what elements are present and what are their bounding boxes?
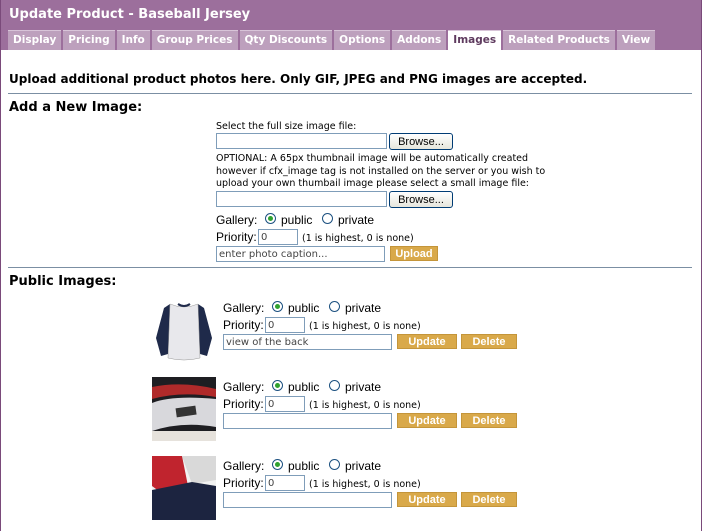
optional-text-line-1: OPTIONAL: A 65px thumbnail image will be… bbox=[216, 153, 529, 164]
public-label: public bbox=[288, 459, 320, 473]
gallery-private-radio[interactable] bbox=[329, 459, 340, 470]
optional-text-line-2: however if cfx_image tag is not installe… bbox=[216, 166, 546, 177]
private-label: private bbox=[338, 213, 375, 227]
priority-label: Priority: bbox=[223, 318, 264, 332]
priority-hint: (1 is highest, 0 is none) bbox=[309, 479, 421, 490]
public-images-heading: Public Images: bbox=[9, 274, 117, 289]
caption-input[interactable] bbox=[216, 246, 385, 262]
gallery-label: Gallery: bbox=[223, 301, 265, 315]
update-button[interactable]: Update bbox=[397, 413, 457, 428]
delete-button[interactable]: Delete bbox=[461, 492, 517, 507]
priority-label: Priority: bbox=[223, 476, 264, 490]
public-label: public bbox=[288, 380, 320, 394]
gallery-label: Gallery: bbox=[216, 213, 258, 227]
priority-input[interactable] bbox=[265, 475, 305, 491]
priority-hint: (1 is highest, 0 is none) bbox=[309, 321, 421, 332]
browse-full-button[interactable]: Browse... bbox=[389, 133, 453, 150]
divider bbox=[8, 267, 692, 268]
gallery-label: Gallery: bbox=[223, 459, 265, 473]
gallery-public-radio[interactable] bbox=[272, 301, 283, 312]
gallery-public-radio[interactable] bbox=[272, 380, 283, 391]
gallery-private-radio[interactable] bbox=[322, 213, 333, 224]
full-image-file-input[interactable] bbox=[216, 133, 387, 149]
upload-button[interactable]: Upload bbox=[390, 246, 438, 261]
update-button[interactable]: Update bbox=[397, 334, 457, 349]
delete-button[interactable]: Delete bbox=[461, 334, 517, 349]
select-file-label: Select the full size image file: bbox=[216, 121, 357, 132]
priority-input[interactable] bbox=[265, 317, 305, 333]
add-image-heading: Add a New Image: bbox=[9, 100, 143, 115]
public-label: public bbox=[288, 301, 320, 315]
caption-input[interactable] bbox=[223, 492, 392, 508]
intro-text: Upload additional product photos here. O… bbox=[9, 72, 588, 86]
priority-hint: (1 is highest, 0 is none) bbox=[302, 233, 414, 244]
gallery-label: Gallery: bbox=[223, 380, 265, 394]
gallery-private-radio[interactable] bbox=[329, 301, 340, 312]
jersey-sleeve-thumbnail[interactable] bbox=[152, 456, 216, 520]
update-button[interactable]: Update bbox=[397, 492, 457, 507]
private-label: private bbox=[345, 380, 382, 394]
gallery-private-radio[interactable] bbox=[329, 380, 340, 391]
jersey-front-thumbnail[interactable] bbox=[152, 298, 216, 362]
divider bbox=[8, 93, 692, 94]
private-label: private bbox=[345, 301, 382, 315]
priority-input[interactable] bbox=[258, 229, 298, 245]
gallery-public-radio[interactable] bbox=[272, 459, 283, 470]
priority-label: Priority: bbox=[216, 230, 257, 244]
jersey-collar-thumbnail[interactable] bbox=[152, 377, 216, 441]
delete-button[interactable]: Delete bbox=[461, 413, 517, 428]
public-label: public bbox=[281, 213, 313, 227]
caption-input[interactable] bbox=[223, 413, 392, 429]
priority-hint: (1 is highest, 0 is none) bbox=[309, 400, 421, 411]
gallery-public-radio[interactable] bbox=[265, 213, 276, 224]
browse-thumbnail-button[interactable]: Browse... bbox=[389, 191, 453, 208]
private-label: private bbox=[345, 459, 382, 473]
thumbnail-file-input[interactable] bbox=[216, 191, 387, 207]
priority-label: Priority: bbox=[223, 397, 264, 411]
optional-text-line-3: upload your own thumbail image please se… bbox=[216, 178, 529, 189]
priority-input[interactable] bbox=[265, 396, 305, 412]
caption-input[interactable] bbox=[223, 334, 392, 350]
